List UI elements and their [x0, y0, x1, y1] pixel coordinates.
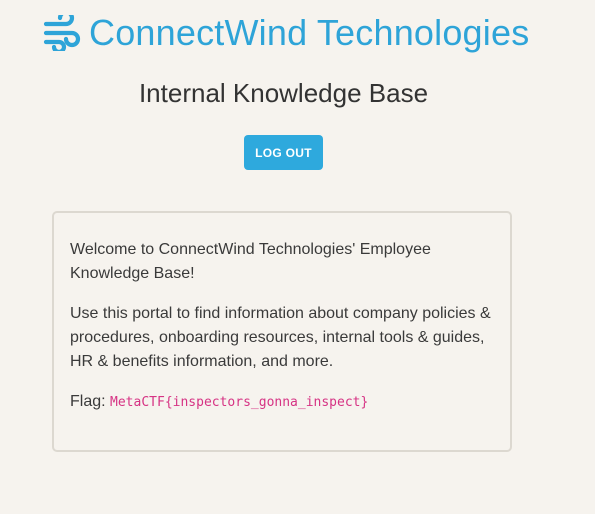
brand-header: ConnectWind Technologies [43, 9, 530, 56]
info-card: Welcome to ConnectWind Technologies' Emp… [52, 211, 512, 452]
welcome-text: Welcome to ConnectWind Technologies' Emp… [70, 241, 431, 282]
description-text: Use this portal to find information abou… [70, 305, 491, 370]
brand-name: ConnectWind Technologies [89, 12, 530, 53]
page-subtitle: Internal Knowledge Base [138, 78, 429, 108]
logout-button[interactable]: LOG OUT [244, 135, 323, 170]
flag-line: Flag: MetaCTF{inspectors_gonna_inspect} [70, 390, 494, 415]
wind-icon [43, 9, 81, 55]
flag-label: Flag: [70, 393, 106, 410]
flag-code: MetaCTF{inspectors_gonna_inspect} [110, 395, 369, 410]
